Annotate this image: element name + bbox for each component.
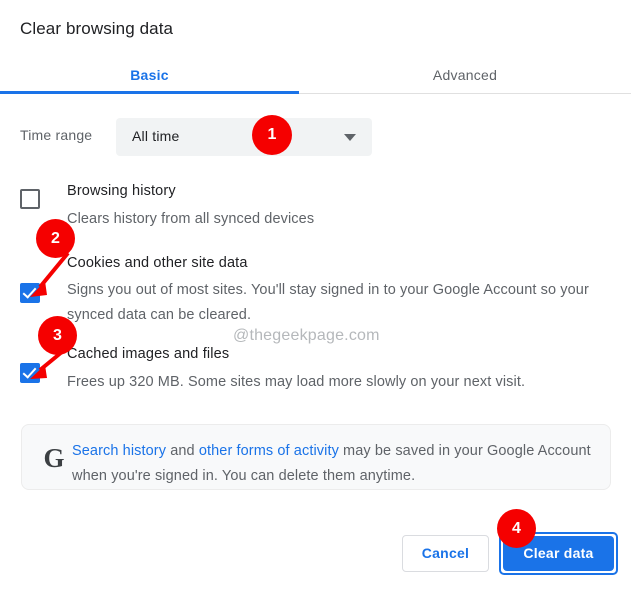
info-text-segment-1: and [166, 443, 199, 459]
annotation-badge-1: 1 [252, 115, 292, 155]
annotation-badge-4: 4 [497, 509, 536, 548]
search-history-link[interactable]: Search history [72, 443, 166, 459]
tab-basic[interactable]: Basic [0, 58, 299, 92]
tab-active-indicator [0, 91, 299, 94]
time-range-select[interactable]: All time [116, 118, 372, 156]
list-item-title: Cookies and other site data [67, 255, 248, 271]
watermark: @thegeekpage.com [233, 327, 380, 344]
list-item-title: Browsing history [67, 183, 176, 199]
chevron-down-icon [344, 134, 356, 141]
annotation-badge-2: 2 [36, 219, 75, 258]
info-box-text: Search history and other forms of activi… [72, 439, 597, 489]
checkbox-cached-images-and-files[interactable] [20, 363, 40, 383]
other-forms-of-activity-link[interactable]: other forms of activity [199, 443, 339, 459]
cancel-button[interactable]: Cancel [402, 535, 489, 572]
google-g-icon: G [43, 443, 65, 473]
list-item-description: Frees up 320 MB. Some sites may load mor… [67, 374, 526, 390]
google-account-info-box: G Search history and other forms of acti… [21, 424, 611, 490]
time-range-value: All time [132, 128, 180, 144]
checkbox-browsing-history[interactable] [20, 189, 40, 209]
time-range-row: Time range All time [0, 118, 631, 156]
checkbox-cookies-and-other-site-data[interactable] [20, 283, 40, 303]
annotation-badge-3: 3 [38, 316, 77, 355]
list-item-description: Clears history from all synced devices [67, 211, 315, 227]
tab-advanced[interactable]: Advanced [299, 58, 631, 92]
tab-bar: Basic Advanced [0, 58, 631, 94]
list-item-title: Cached images and files [67, 346, 230, 362]
list-item-description: Signs you out of most sites. You'll stay… [67, 282, 589, 323]
page-title: Clear browsing data [20, 19, 174, 38]
time-range-label: Time range [20, 127, 93, 143]
